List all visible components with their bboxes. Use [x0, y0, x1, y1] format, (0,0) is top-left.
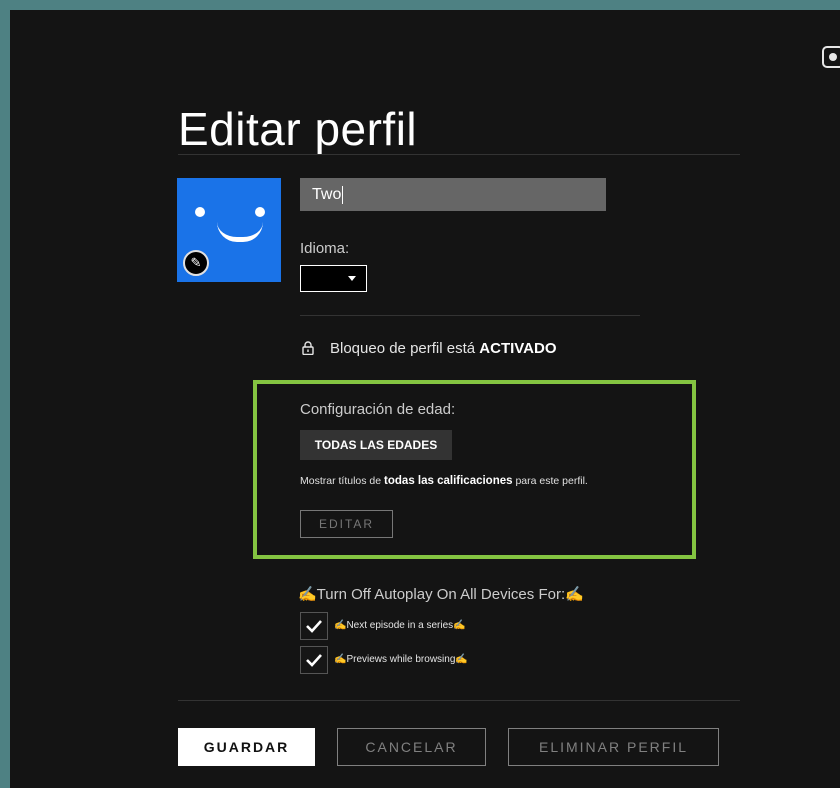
save-button[interactable]: GUARDAR — [178, 728, 315, 766]
autoplay-title: ✍Turn Off Autoplay On All Devices For:✍ — [298, 586, 584, 603]
lock-text-prefix: Bloqueo de perfil está — [330, 340, 476, 357]
cancel-button[interactable]: CANCELAR — [337, 728, 486, 766]
avatar-left-eye — [195, 207, 205, 217]
profile-name-input[interactable]: Two — [300, 178, 606, 211]
title-divider — [178, 154, 740, 155]
autoplay-next-episode-checkbox[interactable] — [300, 612, 328, 640]
section-divider — [300, 315, 640, 316]
age-desc-suffix: para este perfil. — [515, 475, 588, 487]
scan-icon[interactable] — [822, 46, 840, 68]
avatar-right-eye — [255, 207, 265, 217]
lock-status-value: ACTIVADO — [479, 340, 557, 357]
edit-age-button[interactable]: EDITAR — [300, 510, 393, 538]
check-icon — [306, 620, 322, 633]
profile-lock-status: Bloqueo de perfil está ACTIVADO — [330, 340, 557, 357]
lock-icon — [302, 341, 314, 355]
footer-divider — [178, 700, 740, 701]
avatar-smile — [217, 222, 263, 242]
page-title: Editar perfil — [178, 103, 418, 155]
check-icon — [306, 654, 322, 667]
age-rating-description: Mostrar títulos de todas las calificacio… — [300, 475, 588, 487]
age-desc-bold: todas las calificaciones — [384, 475, 513, 487]
delete-profile-button[interactable]: ELIMINAR PERFIL — [508, 728, 719, 766]
profile-name-value: Two — [312, 186, 342, 203]
age-settings-label: Configuración de edad: — [300, 401, 456, 418]
autoplay-previews-checkbox[interactable] — [300, 646, 328, 674]
autoplay-next-episode-label: ✍Next episode in a series✍ — [334, 620, 466, 631]
pencil-icon[interactable]: ✎ — [183, 250, 209, 276]
chevron-down-icon — [348, 276, 356, 281]
age-desc-prefix: Mostrar títulos de — [300, 475, 382, 487]
age-rating-badge: TODAS LAS EDADES — [300, 430, 452, 460]
autoplay-previews-label: ✍Previews while browsing✍ — [334, 654, 468, 665]
text-caret — [342, 185, 344, 204]
language-label: Idioma: — [300, 240, 350, 257]
edit-profile-page: Editar perfil ✎ Two Idioma: Bloqueo de p… — [10, 10, 840, 788]
language-select[interactable] — [300, 265, 367, 292]
